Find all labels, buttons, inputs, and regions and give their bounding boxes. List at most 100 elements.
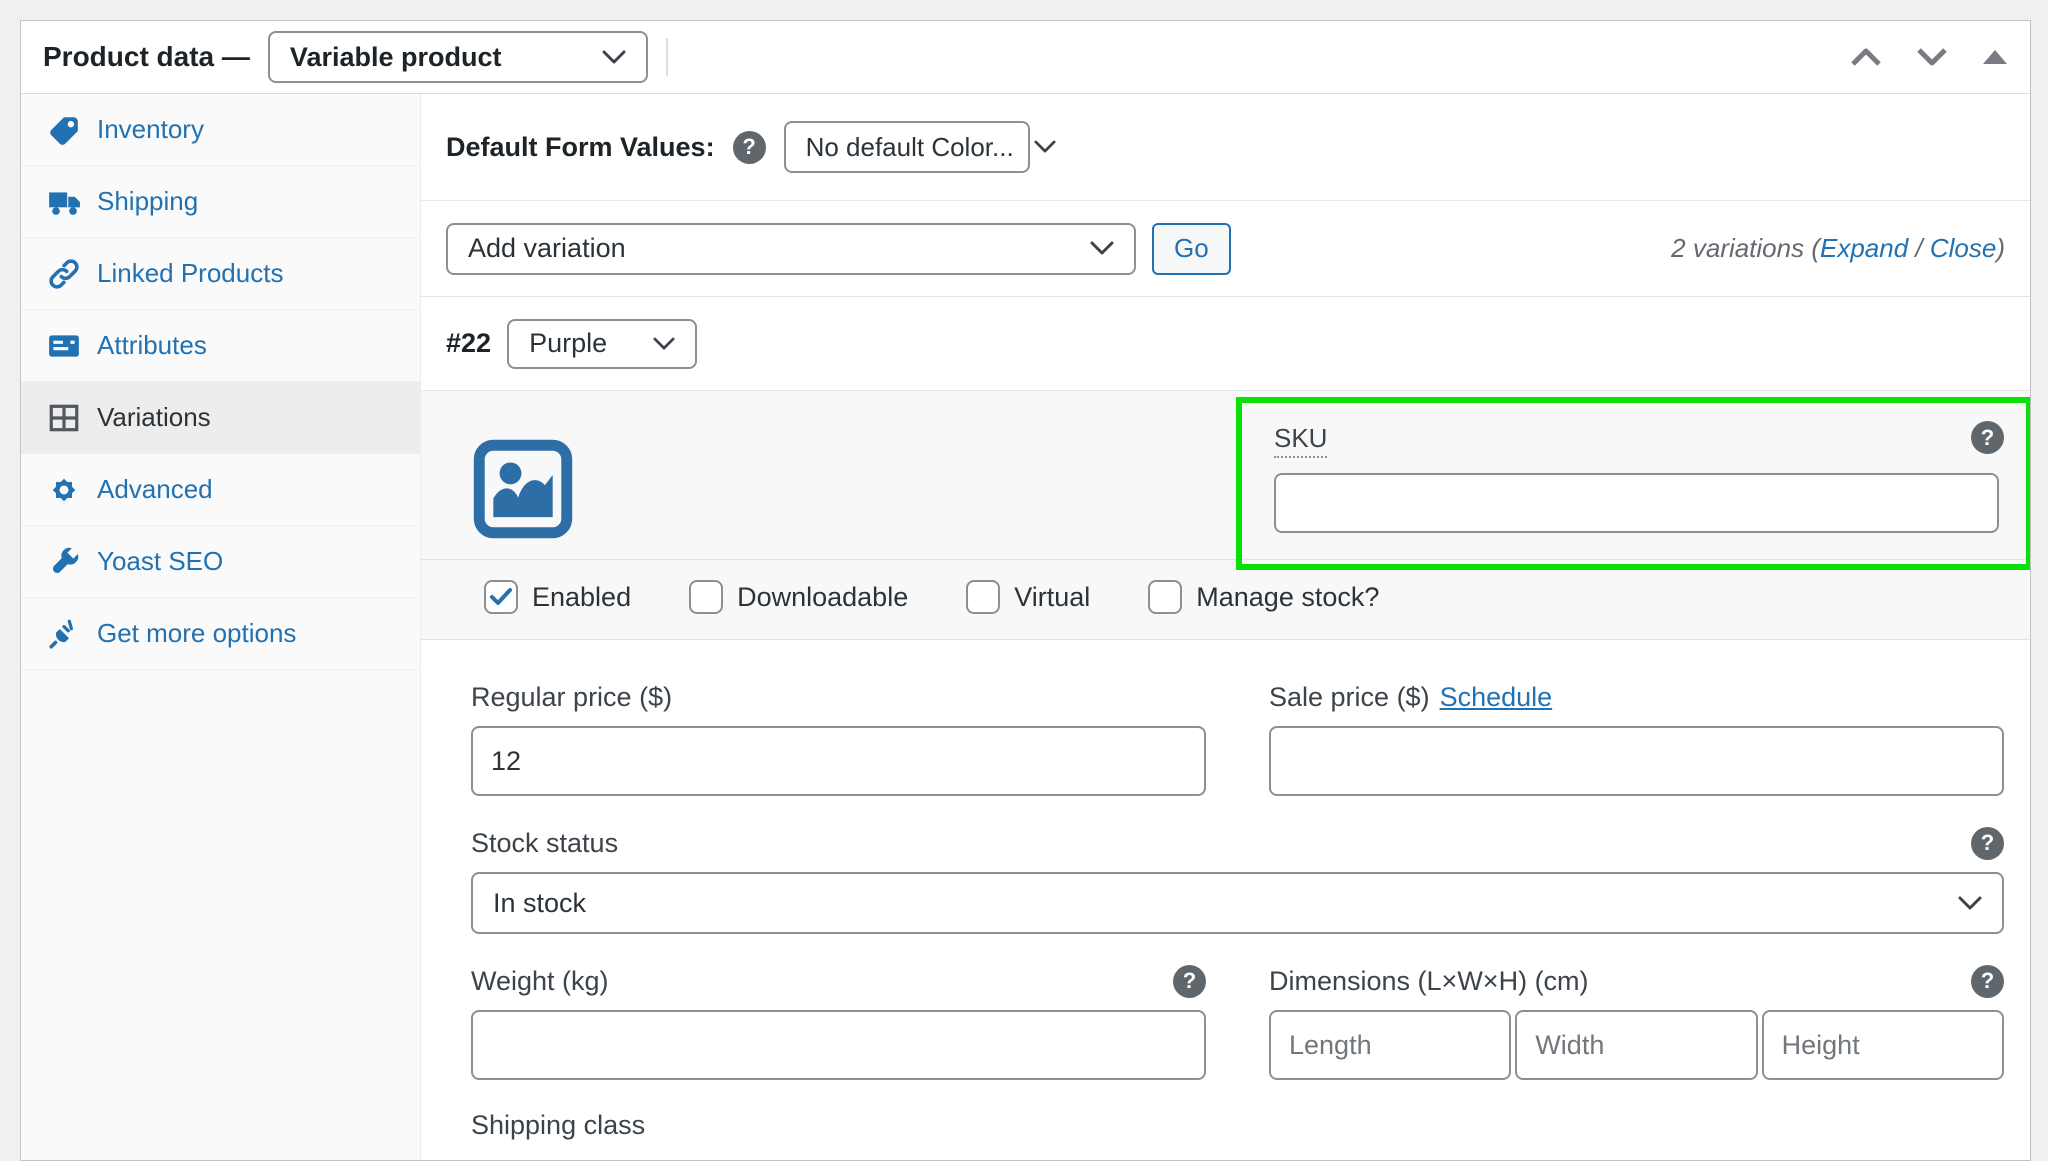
manage-stock-checkbox[interactable]: Manage stock? xyxy=(1148,580,1379,614)
sale-price-label: Sale price ($) xyxy=(1269,682,1430,713)
summary-suffix: ) xyxy=(1996,233,2005,263)
summary-text: 2 variations ( xyxy=(1671,233,1820,263)
sale-price-input[interactable] xyxy=(1269,726,2004,796)
default-attribute-value: No default Color... xyxy=(806,132,1014,163)
default-form-values-row: Default Form Values: ? No default Color.… xyxy=(421,94,2030,201)
tab-attributes[interactable]: Attributes xyxy=(21,310,420,382)
downloadable-checkbox[interactable]: Downloadable xyxy=(689,580,908,614)
panel-order-controls xyxy=(1850,47,2008,67)
check-icon xyxy=(489,587,513,607)
checkbox-label: Enabled xyxy=(532,582,631,613)
summary-separator: / xyxy=(1908,233,1930,263)
variation-fields: Regular price ($) Sale price ($) Schedule… xyxy=(421,640,2030,1141)
weight-field: Weight (kg) ? xyxy=(471,964,1206,1080)
tab-label: Shipping xyxy=(97,186,198,217)
truck-icon xyxy=(47,185,81,219)
tab-yoast-seo[interactable]: Yoast SEO xyxy=(21,526,420,598)
checkbox-box xyxy=(966,580,1000,614)
variation-attribute-value: Purple xyxy=(529,328,607,359)
tab-label: Linked Products xyxy=(97,258,283,289)
tag-icon xyxy=(47,113,81,147)
enabled-checkbox[interactable]: Enabled xyxy=(484,580,631,614)
sku-label: SKU xyxy=(1274,423,1327,458)
collapse-panel-icon[interactable] xyxy=(1982,49,2008,65)
tab-inventory[interactable]: Inventory xyxy=(21,94,420,166)
chevron-down-icon xyxy=(602,50,626,65)
default-attribute-select[interactable]: No default Color... xyxy=(784,121,1030,173)
tab-linked-products[interactable]: Linked Products xyxy=(21,238,420,310)
variation-options-row: Enabled Downloadable Virtual Manage stoc… xyxy=(421,560,2030,640)
help-icon[interactable]: ? xyxy=(733,131,766,164)
weight-help-icon[interactable]: ? xyxy=(1173,965,1206,998)
variation-id: #22 xyxy=(446,328,491,359)
height-input[interactable] xyxy=(1762,1010,2004,1080)
variation-header: #22 Purple xyxy=(421,297,2030,391)
chevron-down-icon xyxy=(1090,241,1114,256)
bulk-action-select[interactable]: Add variation xyxy=(446,223,1136,275)
stock-status-label: Stock status xyxy=(471,828,618,859)
tab-variations[interactable]: Variations xyxy=(21,382,420,454)
dimensions-label: Dimensions (L×W×H) (cm) xyxy=(1269,966,1589,997)
checkbox-box xyxy=(1148,580,1182,614)
card-icon xyxy=(47,329,81,363)
tab-label: Yoast SEO xyxy=(97,546,223,577)
product-type-value: Variable product xyxy=(290,42,502,73)
regular-price-label: Regular price ($) xyxy=(471,682,672,713)
dimensions-field: Dimensions (L×W×H) (cm) ? xyxy=(1269,964,2004,1080)
stock-status-field: Stock status ? In stock xyxy=(471,826,2004,934)
product-data-panel: Product data — Variable product Inventor… xyxy=(20,20,2031,1161)
regular-price-field: Regular price ($) xyxy=(471,680,1206,796)
sku-section-highlight: SKU ? xyxy=(1236,397,2030,570)
tab-get-more-options[interactable]: Get more options xyxy=(21,598,420,670)
checkbox-label: Downloadable xyxy=(737,582,908,613)
panel-header: Product data — Variable product xyxy=(21,21,2030,94)
variation-body: SKU ? Enabled Downloadable xyxy=(421,391,2030,640)
dimensions-help-icon[interactable]: ? xyxy=(1971,965,2004,998)
variations-toolbar: Add variation Go 2 variations (Expand / … xyxy=(421,201,2030,297)
tab-label: Attributes xyxy=(97,330,207,361)
sku-help-icon[interactable]: ? xyxy=(1971,421,2004,454)
expand-link[interactable]: Expand xyxy=(1820,233,1908,263)
chevron-down-icon xyxy=(653,337,675,351)
tab-label: Get more options xyxy=(97,618,296,649)
plug-icon xyxy=(47,617,81,651)
bulk-action-value: Add variation xyxy=(468,233,626,264)
move-down-icon[interactable] xyxy=(1916,47,1948,67)
checkbox-box xyxy=(484,580,518,614)
variation-attribute-select[interactable]: Purple xyxy=(507,319,697,369)
wrench-icon xyxy=(47,545,81,579)
variations-tab-content: Default Form Values: ? No default Color.… xyxy=(421,94,2030,1160)
go-button[interactable]: Go xyxy=(1152,223,1231,275)
tab-shipping[interactable]: Shipping xyxy=(21,166,420,238)
gear-icon xyxy=(47,473,81,507)
variation-image-placeholder-icon[interactable] xyxy=(473,439,573,539)
stock-status-help-icon[interactable]: ? xyxy=(1971,827,2004,860)
chevron-down-icon xyxy=(1034,140,1056,154)
width-input[interactable] xyxy=(1515,1010,1757,1080)
sale-price-field: Sale price ($) Schedule xyxy=(1269,680,2004,796)
chevron-down-icon xyxy=(1958,896,1982,911)
checkbox-label: Virtual xyxy=(1014,582,1090,613)
virtual-checkbox[interactable]: Virtual xyxy=(966,580,1090,614)
stock-status-value: In stock xyxy=(493,888,586,919)
stock-status-select[interactable]: In stock xyxy=(471,872,2004,934)
close-link[interactable]: Close xyxy=(1930,233,1996,263)
regular-price-input[interactable] xyxy=(471,726,1206,796)
link-icon xyxy=(47,257,81,291)
tab-label: Variations xyxy=(97,402,211,433)
sku-input[interactable] xyxy=(1274,473,1999,533)
checkbox-box xyxy=(689,580,723,614)
checkbox-label: Manage stock? xyxy=(1196,582,1379,613)
weight-label: Weight (kg) xyxy=(471,966,609,997)
tab-advanced[interactable]: Advanced xyxy=(21,454,420,526)
weight-input[interactable] xyxy=(471,1010,1206,1080)
variations-summary: 2 variations (Expand / Close) xyxy=(1671,233,2005,264)
length-input[interactable] xyxy=(1269,1010,1511,1080)
shipping-class-label: Shipping class xyxy=(471,1110,2005,1141)
default-form-values-label: Default Form Values: xyxy=(446,132,715,163)
move-up-icon[interactable] xyxy=(1850,47,1882,67)
schedule-link[interactable]: Schedule xyxy=(1440,682,1553,713)
product-data-tabs: Inventory Shipping Linked Products Attri… xyxy=(21,94,421,1160)
product-type-select[interactable]: Variable product xyxy=(268,31,648,83)
tab-label: Inventory xyxy=(97,114,204,145)
